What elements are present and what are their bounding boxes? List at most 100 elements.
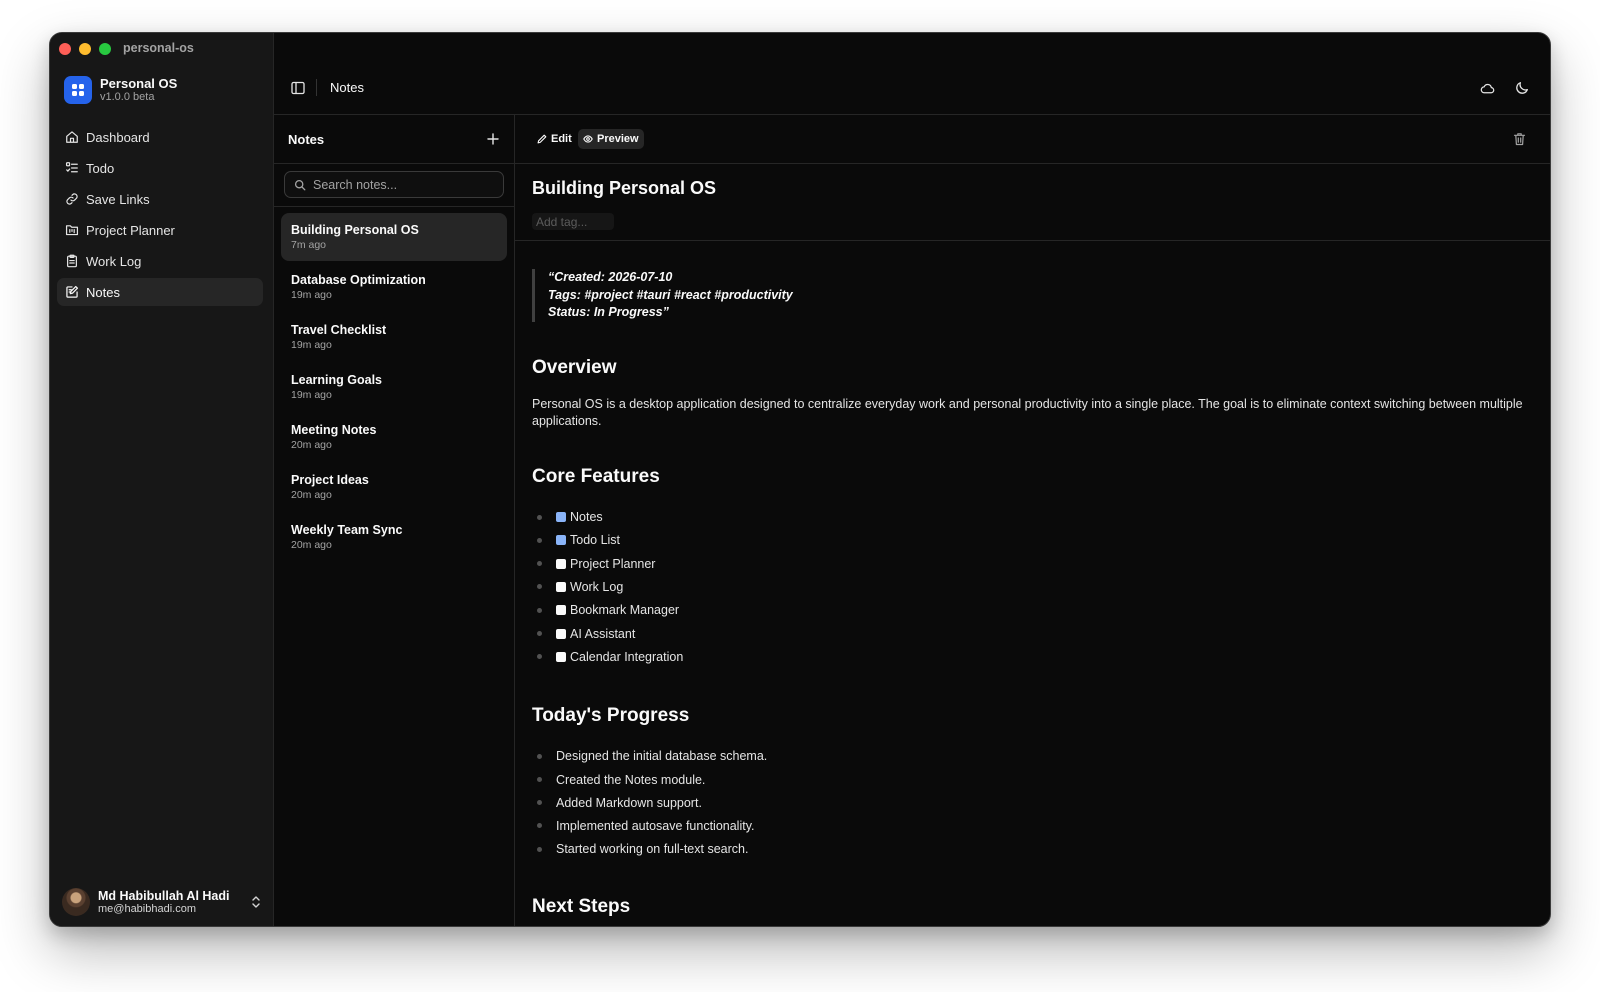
brand-version: v1.0.0 beta (100, 91, 155, 103)
toolbar-separator (316, 79, 317, 96)
list-item: Notes (532, 506, 1533, 529)
note-item[interactable]: Learning Goals 19m ago (281, 363, 507, 411)
sidebar-item-work-log[interactable]: Work Log (57, 247, 263, 275)
minimize-window-button[interactable] (79, 43, 91, 55)
note-editor: Edit Preview Building Personal OS “Creat… (515, 115, 1550, 926)
feature-label: Work Log (570, 580, 624, 595)
edit-mode-button[interactable]: Edit (532, 129, 577, 149)
unchecked-checkbox[interactable] (556, 558, 566, 569)
feature-label: Bookmark Manager (570, 603, 680, 618)
user-email: me@habibhadi.com (98, 902, 196, 915)
add-tag-input[interactable] (532, 213, 614, 230)
unchecked-checkbox[interactable] (556, 651, 566, 662)
note-title: Learning Goals (291, 373, 382, 387)
feature-label: Calendar Integration (570, 649, 684, 664)
unchecked-checkbox[interactable] (556, 582, 566, 593)
list-item: Added Markdown support. (532, 791, 1533, 814)
app-window: personal-os Personal OS v1.0.0 beta Dash… (49, 32, 1551, 927)
features-list: Notes Todo List Project Planner Work Log… (532, 506, 1533, 669)
avatar (62, 888, 90, 916)
maximize-window-button[interactable] (99, 43, 111, 55)
note-timestamp: 7m ago (291, 239, 327, 251)
edit-mode-label: Edit (551, 133, 572, 145)
chevrons-up-down-icon[interactable] (250, 895, 262, 909)
unchecked-checkbox[interactable] (556, 628, 566, 639)
note-title: Weekly Team Sync (291, 523, 403, 537)
quote-line: “Created: 2026-07-10 (548, 270, 673, 284)
note-item[interactable]: Meeting Notes 20m ago (281, 413, 507, 461)
note-timestamp: 20m ago (291, 439, 332, 451)
top-bar: Notes (274, 33, 1550, 115)
note-item[interactable]: Database Optimization 19m ago (281, 263, 507, 311)
feature-label: Project Planner (570, 556, 656, 571)
list-item: Calendar Integration (532, 645, 1533, 668)
folder-kanban-icon (65, 225, 79, 236)
list-item: Bookmark Manager (532, 599, 1533, 622)
user-name: Md Habibullah Al Hadi (98, 888, 230, 903)
clipboard-icon (67, 254, 77, 268)
sidebar: personal-os Personal OS v1.0.0 beta Dash… (50, 33, 274, 926)
quote-line: Status: In Progress” (548, 305, 669, 319)
progress-list: Designed the initial database schema. Cr… (532, 745, 1533, 861)
sidebar-item-project-planner[interactable]: Project Planner (57, 216, 263, 244)
sidebar-item-label: Notes (86, 284, 120, 300)
trash-icon[interactable] (1513, 132, 1526, 146)
checked-checkbox[interactable] (556, 512, 566, 523)
pencil-icon (537, 134, 547, 144)
sidebar-item-label: Dashboard (86, 129, 150, 145)
note-item[interactable]: Weekly Team Sync 20m ago (281, 513, 507, 561)
edit-note-icon (66, 285, 79, 298)
list-item: Started working on full-text search. (532, 838, 1533, 861)
list-item: AI Assistant (532, 622, 1533, 645)
overview-heading: Overview (532, 356, 617, 378)
search-icon (294, 179, 306, 190)
overview-paragraph: Personal OS is a desktop application des… (532, 396, 1523, 429)
preview-mode-button[interactable]: Preview (578, 129, 644, 149)
brand[interactable]: Personal OS v1.0.0 beta (64, 76, 177, 104)
note-header: Building Personal OS (515, 164, 1550, 241)
list-item: Project Planner (532, 552, 1533, 575)
sidebar-item-todo[interactable]: Todo (57, 154, 263, 182)
sidebar-item-label: Project Planner (86, 222, 175, 238)
list-item: Designed the initial database schema. (532, 745, 1533, 768)
feature-label: AI Assistant (570, 626, 636, 641)
search-area (274, 164, 514, 207)
sidebar-toggle-icon[interactable] (291, 81, 305, 95)
notes-panel-header: Notes (274, 115, 514, 164)
note-title: Database Optimization (291, 273, 426, 287)
breadcrumb: Notes (330, 80, 364, 95)
list-item: Todo List (532, 529, 1533, 552)
notes-panel-title: Notes (288, 132, 325, 147)
note-title-heading[interactable]: Building Personal OS (532, 178, 716, 199)
note-item[interactable]: Travel Checklist 19m ago (281, 313, 507, 361)
sidebar-item-notes[interactable]: Notes (57, 278, 263, 306)
sidebar-nav: Dashboard Todo Save Links Project Planne… (57, 123, 263, 309)
note-item[interactable]: Project Ideas 20m ago (281, 463, 507, 511)
sidebar-item-save-links[interactable]: Save Links (57, 185, 263, 213)
core-features-heading: Core Features (532, 465, 660, 487)
plus-icon[interactable] (487, 133, 499, 145)
home-icon (66, 131, 78, 143)
note-timestamp: 19m ago (291, 389, 332, 401)
moon-icon[interactable] (1515, 81, 1529, 95)
note-item[interactable]: Building Personal OS 7m ago (281, 213, 507, 261)
user-menu[interactable]: Md Habibullah Al Hadi me@habibhadi.com (62, 888, 262, 916)
note-title: Project Ideas (291, 473, 369, 487)
list-item: Implemented autosave functionality. (532, 814, 1533, 837)
feature-label: Notes (570, 510, 603, 525)
list-item: Work Log (532, 575, 1533, 598)
close-window-button[interactable] (59, 43, 71, 55)
notes-panel: Notes Building Personal OS 7m ago Databa… (274, 115, 515, 926)
app-logo-icon (64, 76, 92, 104)
feature-label: Todo List (570, 533, 621, 548)
sidebar-item-dashboard[interactable]: Dashboard (57, 123, 263, 151)
search-input[interactable] (313, 177, 493, 192)
cloud-sync-icon[interactable] (1480, 81, 1495, 96)
note-timestamp: 20m ago (291, 539, 332, 551)
unchecked-checkbox[interactable] (556, 605, 566, 616)
todays-progress-heading: Today's Progress (532, 704, 690, 726)
sidebar-item-label: Todo (86, 160, 115, 176)
next-steps-heading: Next Steps (532, 896, 631, 918)
checked-checkbox[interactable] (556, 535, 566, 546)
preview-mode-label: Preview (597, 133, 639, 145)
